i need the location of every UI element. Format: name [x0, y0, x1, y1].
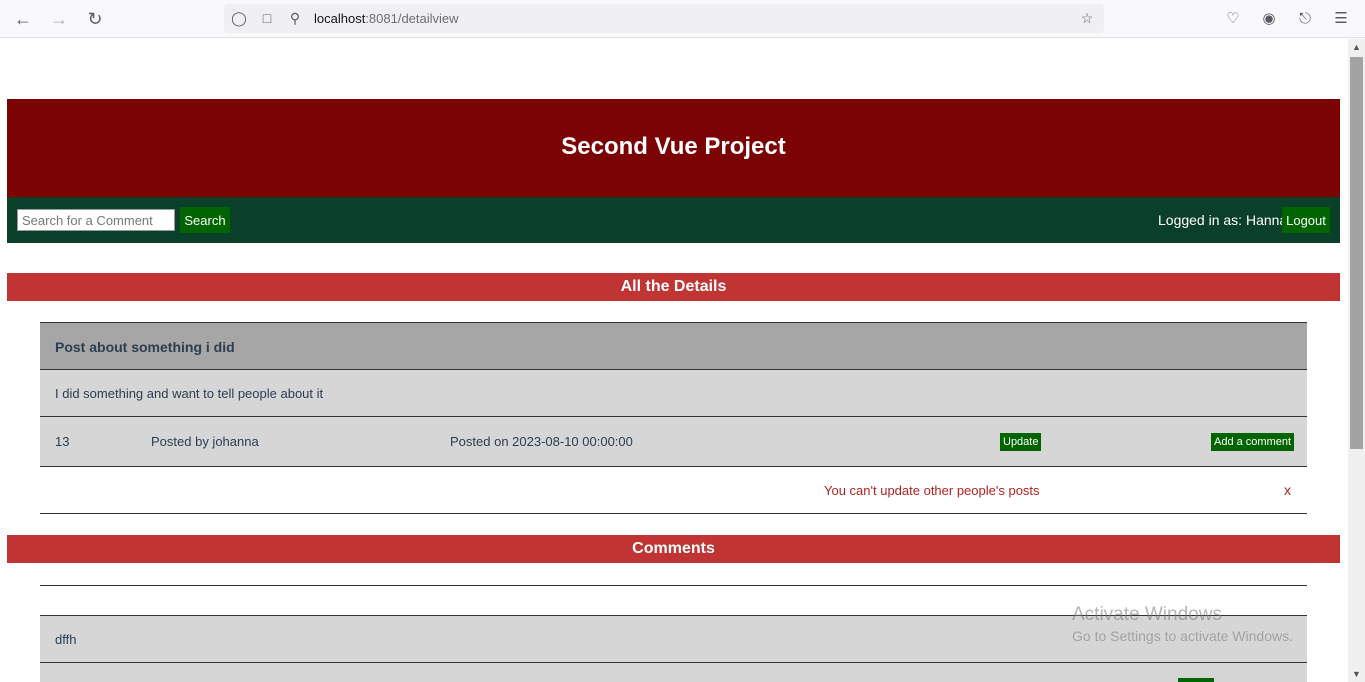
account-icon[interactable]: ◉: [1258, 8, 1280, 30]
forward-icon[interactable]: →: [47, 7, 71, 31]
post-meta-row: 13 Posted by johanna Posted on 2023-08-1…: [40, 417, 1307, 467]
url-host: localhost: [314, 11, 366, 26]
search-input[interactable]: [17, 209, 175, 231]
site-header: Second Vue Project: [7, 99, 1340, 197]
site-title: Second Vue Project: [561, 133, 786, 160]
posted-by: Posted by johanna: [151, 434, 259, 449]
watermark-line2: Go to Settings to activate Windows.: [1072, 628, 1293, 644]
scroll-down-icon[interactable]: ▼: [1348, 666, 1365, 682]
comment-actions-row: [40, 663, 1307, 682]
back-icon[interactable]: ←: [11, 7, 35, 31]
post-body: I did something and want to tell people …: [55, 386, 324, 401]
error-message: You can't update other people's posts: [824, 483, 1040, 498]
add-comment-button[interactable]: Add a comment: [1211, 433, 1295, 451]
close-error-button[interactable]: x: [1284, 482, 1291, 498]
post-body-row: I did something and want to tell people …: [40, 370, 1307, 417]
search-button[interactable]: Search: [180, 207, 230, 233]
post-title: Post about something i did: [55, 339, 235, 355]
page-content: Second Vue Project Search Logged in as: …: [0, 39, 1348, 682]
page-scrollbar[interactable]: ▲ ▼: [1348, 39, 1365, 682]
error-row: You can't update other people's posts x: [40, 467, 1307, 514]
browser-toolbar: ← → ↻ ◯ □ ⚲ localhost:8081/detailview ☆ …: [0, 0, 1365, 38]
url-text[interactable]: localhost:8081/detailview: [314, 11, 459, 26]
update-button[interactable]: Update: [1000, 433, 1042, 451]
comment-text: dffh: [55, 632, 77, 647]
post-id: 13: [55, 434, 70, 449]
posted-on: Posted on 2023-08-10 00:00:00: [450, 434, 633, 449]
navbar: Search Logged in as: Hanna Logout: [7, 197, 1340, 243]
scroll-thumb[interactable]: [1350, 57, 1363, 449]
key-icon[interactable]: ⚲: [286, 9, 304, 27]
page-icon[interactable]: □: [258, 9, 276, 27]
comments-section-title: Comments: [7, 535, 1340, 563]
bookmark-star-icon[interactable]: ☆: [1078, 9, 1096, 27]
watermark-line1: Activate Windows: [1072, 604, 1222, 625]
reload-icon[interactable]: ↻: [83, 7, 107, 31]
logout-button[interactable]: Logout: [1282, 207, 1330, 233]
address-bar[interactable]: ◯ □ ⚲ localhost:8081/detailview ☆: [224, 4, 1104, 33]
shield-icon[interactable]: ◯: [230, 9, 248, 27]
scroll-up-icon[interactable]: ▲: [1348, 39, 1365, 55]
details-section-title: All the Details: [7, 273, 1340, 301]
url-path: :8081/detailview: [365, 11, 459, 26]
comment-action-button[interactable]: [1178, 678, 1214, 682]
pocket-icon[interactable]: ♡: [1222, 8, 1244, 30]
windows-activation-watermark: Activate Windows Go to Settings to activ…: [1072, 604, 1293, 644]
post-title-row: Post about something i did: [40, 322, 1307, 370]
logged-in-label: Logged in as: Hanna: [1158, 212, 1288, 228]
extensions-icon[interactable]: ⎋: [1294, 8, 1316, 30]
menu-icon[interactable]: ☰: [1330, 8, 1352, 30]
